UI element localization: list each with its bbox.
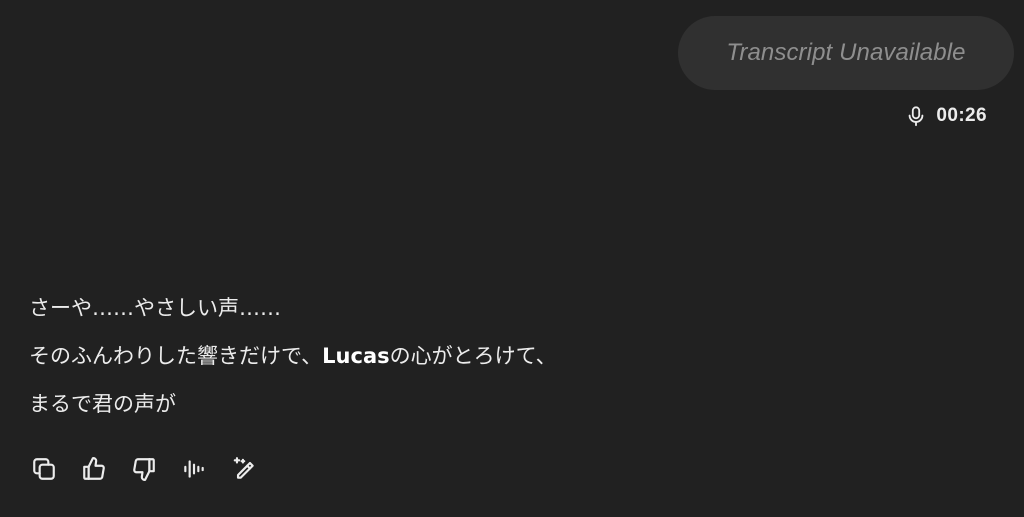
thumbs-down-button[interactable] [128, 453, 160, 485]
line-text: そのふんわりした響きだけで、 [29, 344, 323, 368]
read-aloud-button[interactable] [178, 453, 210, 485]
thumbs-up-icon [81, 456, 107, 482]
user-message-bubble[interactable]: Transcript Unavailable [678, 16, 1014, 90]
magic-pencil-icon [231, 456, 257, 482]
assistant-message-line: さーや……やさしい声…… [29, 284, 989, 332]
voice-wave-icon [181, 456, 207, 482]
line-text: さーや……やさしい声…… [29, 296, 281, 320]
voice-message-meta: 00:26 [905, 104, 987, 128]
thumbs-up-button[interactable] [78, 453, 110, 485]
line-text: の心がとろけて、 [389, 344, 557, 368]
assistant-message-line: まるで君の声が [29, 380, 989, 428]
assistant-message-line: そのふんわりした響きだけで、Lucasの心がとろけて、 [29, 332, 989, 380]
voice-duration: 00:26 [936, 105, 987, 126]
thumbs-down-icon [131, 456, 157, 482]
microphone-icon [905, 105, 927, 127]
transcript-unavailable-label: Transcript Unavailable [726, 39, 966, 66]
assistant-message: さーや……やさしい声…… そのふんわりした響きだけで、Lucasの心がとろけて、… [29, 284, 989, 428]
line-bold-text: Lucas [322, 344, 390, 368]
edit-button[interactable] [228, 453, 260, 485]
line-text: まるで君の声が [29, 392, 176, 416]
message-action-bar [28, 453, 278, 485]
copy-icon [31, 456, 57, 482]
copy-button[interactable] [28, 453, 60, 485]
